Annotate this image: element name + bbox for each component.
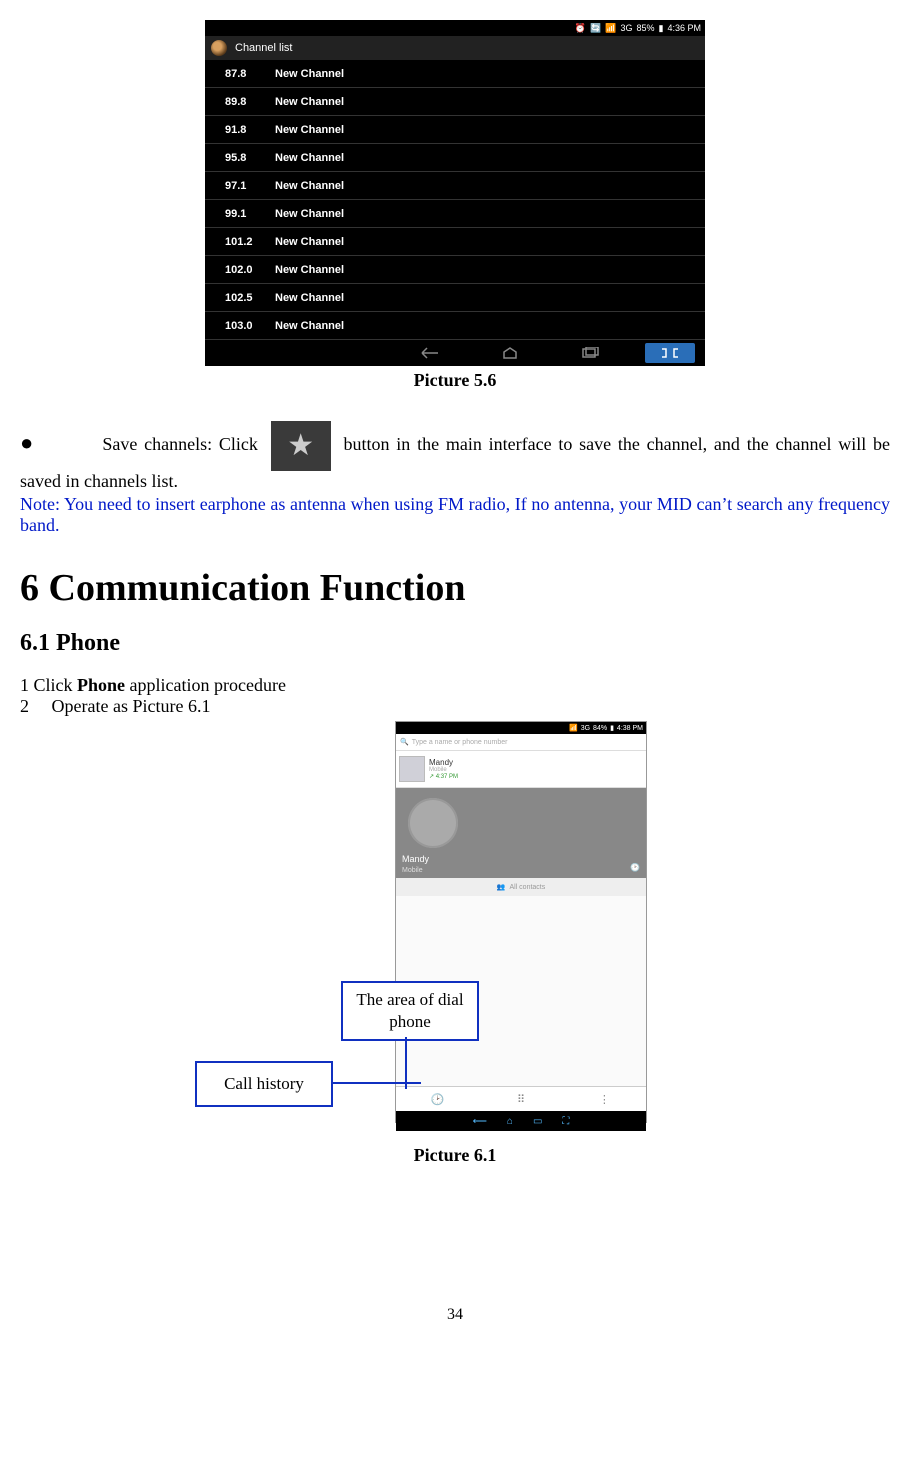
nav-bar: ⟵ ⌂ ▭ ⛶	[396, 1111, 646, 1131]
all-contacts-label: All contacts	[509, 884, 545, 891]
channel-list-screenshot: ⏰ 🔄 📶 3G 85% ▮ 4:36 PM Channel list 87.8…	[205, 20, 705, 366]
channel-name: New Channel	[275, 152, 344, 164]
channel-row[interactable]: 103.0New Channel	[205, 312, 705, 340]
screenshot-button[interactable]: ⛶	[562, 1116, 569, 1127]
channel-name: New Channel	[275, 264, 344, 276]
subsection-heading: 6.1 Phone	[20, 630, 890, 657]
section-heading: 6 Communication Function	[20, 566, 890, 610]
step1-pre: 1 Click	[20, 675, 77, 695]
save-channels-paragraph: ● Save channels: Click button in the mai…	[20, 421, 890, 492]
step1-post: application procedure	[125, 675, 286, 695]
network-label: 3G	[620, 23, 632, 33]
channel-freq: 99.1	[225, 208, 275, 220]
callout-dial-area: The area of dial phone	[341, 981, 479, 1041]
antenna-note: Note: You need to insert earphone as ant…	[20, 494, 890, 536]
p61-status-bar: 📶 3G 84% ▮ 4:38 PM	[396, 722, 646, 734]
network-label: 3G	[581, 725, 590, 732]
history-icon: 🕑	[630, 863, 640, 872]
channel-row[interactable]: 99.1New Channel	[205, 200, 705, 228]
back-button[interactable]	[405, 343, 455, 363]
battery-label: 85%	[637, 23, 655, 33]
menu-tab[interactable]: ⋮	[563, 1087, 646, 1111]
bullet-icon: ●	[20, 430, 36, 455]
channel-name: New Channel	[275, 236, 344, 248]
channel-name: New Channel	[275, 292, 344, 304]
callout-line	[331, 1082, 421, 1084]
callout-call-history: Call history	[195, 1061, 333, 1107]
battery-icon: ▮	[610, 724, 614, 732]
contact-name: Mandy	[429, 758, 458, 767]
battery-label: 84%	[593, 725, 607, 732]
contact-card[interactable]: Mandy Mobile 🕑	[396, 788, 646, 878]
search-input[interactable]: Type a name or phone number	[396, 734, 646, 751]
back-button[interactable]: ⟵	[473, 1116, 487, 1127]
nav-bar	[205, 340, 705, 366]
channel-name: New Channel	[275, 124, 344, 136]
home-button[interactable]	[485, 343, 535, 363]
home-button[interactable]: ⌂	[507, 1116, 513, 1127]
channel-row[interactable]: 91.8New Channel	[205, 116, 705, 144]
step-2: 2 Operate as Picture 6.1	[20, 696, 890, 717]
page-number: 34	[20, 1306, 890, 1324]
screen-title: Channel list	[235, 42, 292, 54]
dialpad-tab[interactable]: ⠿	[479, 1087, 562, 1111]
channel-name: New Channel	[275, 180, 344, 192]
channel-row[interactable]: 87.8New Channel	[205, 60, 705, 88]
screenshot-button[interactable]	[645, 343, 695, 363]
recent-contact-row[interactable]: Mandy Mobile ↗ 4:37 PM	[396, 751, 646, 788]
signal-icon: 📶	[569, 724, 578, 732]
channel-freq: 95.8	[225, 152, 275, 164]
status-bar: ⏰ 🔄 📶 3G 85% ▮ 4:36 PM	[205, 20, 705, 36]
caption-6-1: Picture 6.1	[20, 1145, 890, 1166]
contacts-icon: 👥	[497, 883, 506, 891]
channel-freq: 89.8	[225, 96, 275, 108]
recent-button[interactable]: ▭	[533, 1116, 542, 1127]
step-1: 1 Click Phone application procedure	[20, 675, 890, 696]
phone-screenshot: 📶 3G 84% ▮ 4:38 PM Type a name or phone …	[395, 721, 647, 1123]
signal-icon: 📶	[605, 23, 616, 34]
step1-bold: Phone	[77, 675, 125, 695]
channel-row[interactable]: 102.0New Channel	[205, 256, 705, 284]
channel-row[interactable]: 101.2New Channel	[205, 228, 705, 256]
all-contacts-row[interactable]: 👥 All contacts	[396, 878, 646, 896]
card-type: Mobile	[402, 867, 423, 874]
channel-freq: 102.0	[225, 264, 275, 276]
bottom-tab-bar: 🕑 ⠿ ⋮	[396, 1086, 646, 1111]
steps-list: 1 Click Phone application procedure 2 Op…	[20, 675, 890, 717]
channel-row[interactable]: 97.1New Channel	[205, 172, 705, 200]
caption-5-6: Picture 5.6	[20, 370, 890, 391]
sync-icon: 🔄	[590, 23, 601, 34]
channel-rows: 87.8New Channel89.8New Channel91.8New Ch…	[205, 60, 705, 340]
channel-freq: 101.2	[225, 236, 275, 248]
card-name: Mandy	[402, 854, 429, 864]
channel-freq: 102.5	[225, 292, 275, 304]
title-bar: Channel list	[205, 36, 705, 60]
alarm-icon: ⏰	[575, 23, 586, 34]
channel-name: New Channel	[275, 320, 344, 332]
battery-icon: ▮	[659, 23, 664, 34]
history-tab[interactable]: 🕑	[396, 1087, 479, 1111]
channel-freq: 97.1	[225, 180, 275, 192]
channel-freq: 103.0	[225, 320, 275, 332]
channel-row[interactable]: 89.8New Channel	[205, 88, 705, 116]
channel-freq: 91.8	[225, 124, 275, 136]
channel-row[interactable]: 95.8New Channel	[205, 144, 705, 172]
clock-label: 4:36 PM	[667, 23, 701, 33]
clock-label: 4:38 PM	[617, 725, 643, 732]
fm-app-icon	[211, 40, 227, 56]
star-icon	[271, 421, 331, 471]
avatar	[399, 756, 425, 782]
channel-name: New Channel	[275, 208, 344, 220]
channel-freq: 87.8	[225, 68, 275, 80]
picture-6-1-wrap: 📶 3G 84% ▮ 4:38 PM Type a name or phone …	[105, 721, 805, 1141]
channel-name: New Channel	[275, 68, 344, 80]
channel-row[interactable]: 102.5New Channel	[205, 284, 705, 312]
contact-time: ↗ 4:37 PM	[429, 773, 458, 780]
save-text-pre: Save channels: Click	[102, 434, 264, 454]
channel-name: New Channel	[275, 96, 344, 108]
avatar	[408, 798, 458, 848]
recent-button[interactable]	[565, 343, 615, 363]
